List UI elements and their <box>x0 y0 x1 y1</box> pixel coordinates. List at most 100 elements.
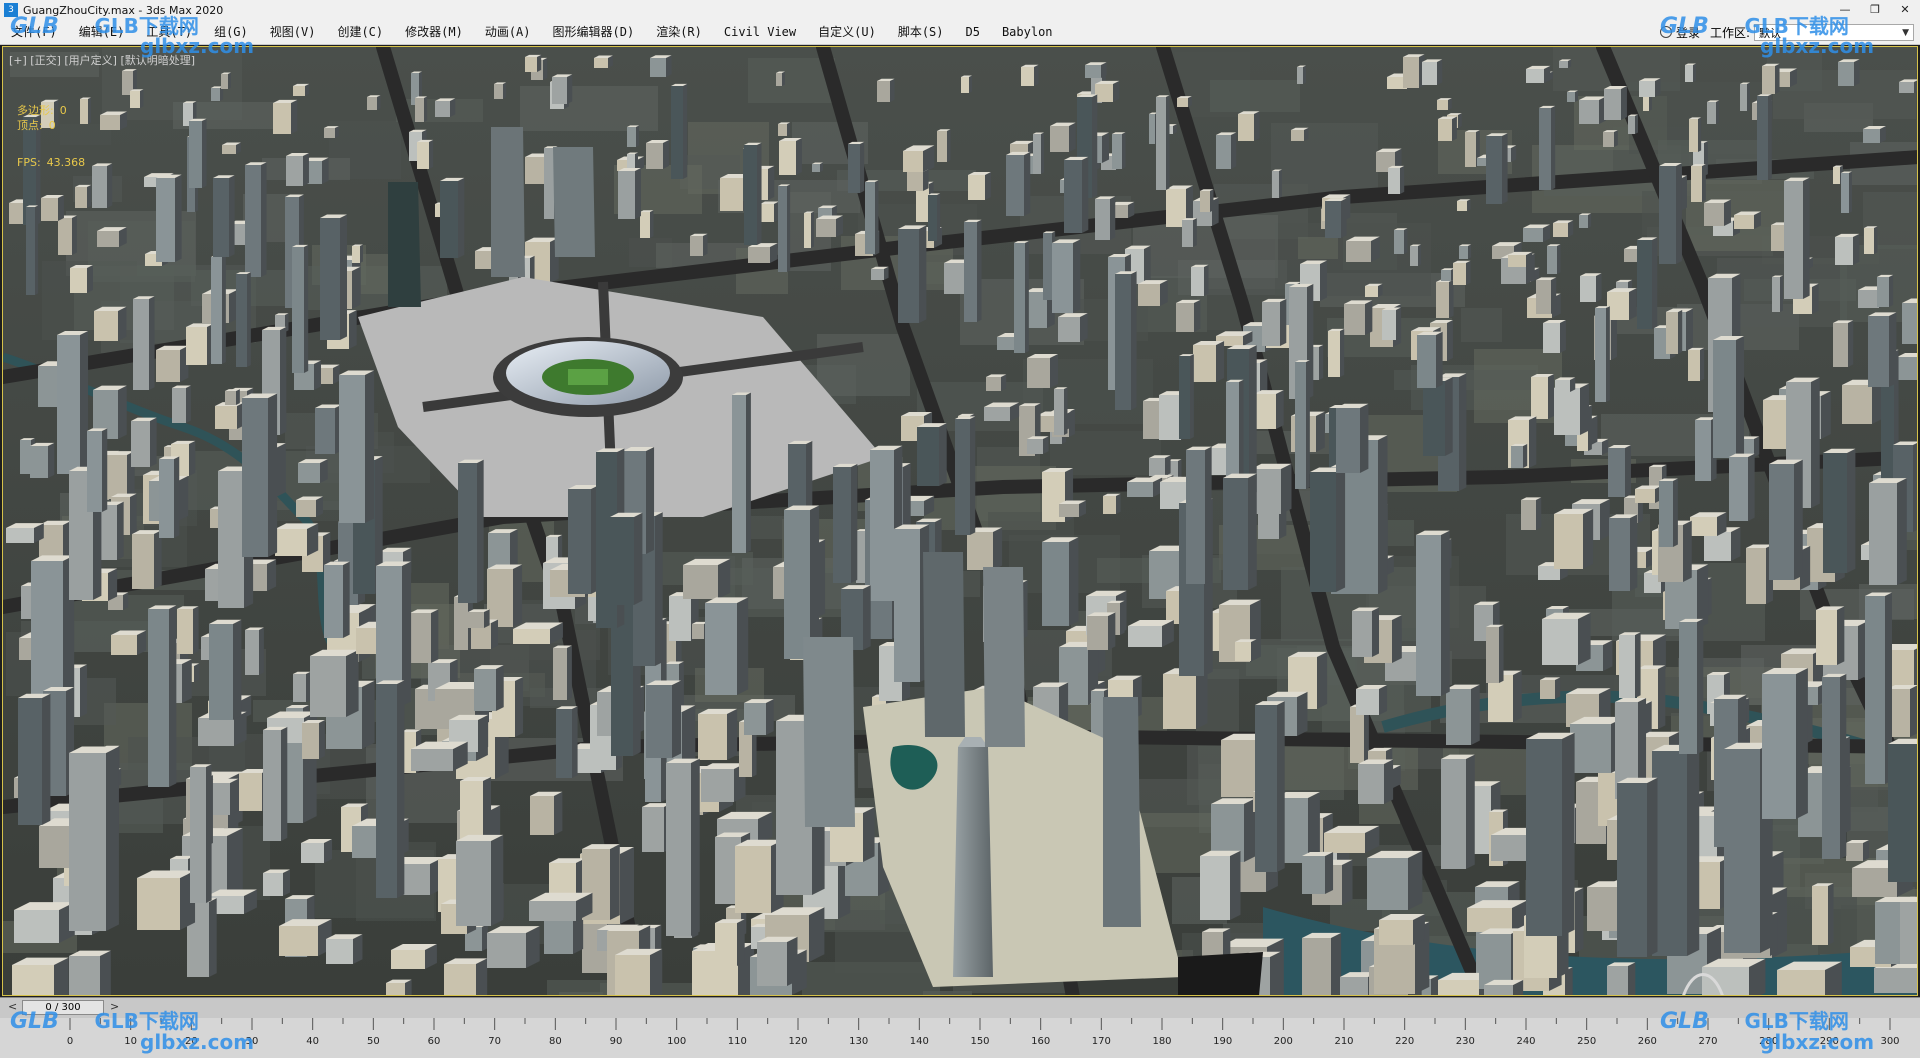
building <box>1486 133 1508 204</box>
building <box>1423 377 1453 456</box>
building <box>474 665 504 711</box>
building <box>1085 62 1107 78</box>
menu-rendering[interactable]: 渲染(R) <box>645 20 713 44</box>
building <box>1652 744 1700 956</box>
building <box>1688 347 1705 381</box>
building <box>1484 979 1524 995</box>
menu-graph-editors[interactable]: 图形编辑器(D) <box>542 20 646 44</box>
building <box>744 142 762 245</box>
close-button[interactable]: ✕ <box>1890 0 1920 20</box>
ground-patch <box>1298 237 1338 259</box>
building <box>70 265 93 293</box>
building <box>263 726 288 841</box>
building <box>1297 65 1306 84</box>
menu-customize[interactable]: 自定义(U) <box>807 20 887 44</box>
building <box>1328 328 1345 377</box>
building <box>487 926 540 968</box>
building <box>937 129 951 162</box>
menu-create[interactable]: 创建(C) <box>326 20 394 44</box>
building <box>610 512 643 605</box>
building <box>715 919 745 966</box>
building <box>75 184 92 208</box>
building <box>1457 199 1471 211</box>
building <box>275 523 319 556</box>
track-tick-label: 190 <box>1213 1036 1233 1047</box>
building <box>1138 280 1168 306</box>
building <box>236 272 251 367</box>
track-bar[interactable]: 0 10 20 30 40 50 60 70 80 90 100 110 120 130 140 150 160… <box>0 1018 1920 1058</box>
building <box>1865 592 1892 784</box>
building <box>26 205 39 295</box>
building <box>690 233 708 256</box>
building <box>1453 260 1471 285</box>
building <box>156 174 182 262</box>
building <box>132 530 162 589</box>
building <box>1344 300 1373 335</box>
building <box>1864 226 1878 254</box>
building <box>1179 354 1194 439</box>
perspective-viewport[interactable]: [+] [正交] [用户定义] [默认明暗处理] 多边形: 0 顶点: 0 FPS:… <box>2 46 1918 996</box>
building <box>865 180 879 254</box>
maximize-button[interactable]: ❐ <box>1860 0 1890 20</box>
building <box>1403 54 1425 88</box>
building <box>376 680 405 898</box>
building <box>411 741 468 771</box>
menu-views[interactable]: 视图(V) <box>259 20 327 44</box>
menu-modifiers[interactable]: 修改器(M) <box>394 20 474 44</box>
building <box>650 55 672 77</box>
building <box>1816 606 1845 665</box>
building <box>744 699 774 735</box>
building <box>69 950 111 995</box>
building <box>1272 169 1282 198</box>
building <box>487 564 523 627</box>
building <box>320 214 347 340</box>
building <box>324 561 350 638</box>
building <box>41 195 64 221</box>
building <box>1112 132 1126 169</box>
time-slider[interactable]: < 0 / 300 > <box>0 997 1920 1018</box>
building <box>1262 298 1287 346</box>
building <box>1238 111 1260 141</box>
building <box>701 763 746 802</box>
building <box>148 605 177 787</box>
building <box>410 609 439 663</box>
track-tick-label: 110 <box>727 1036 747 1047</box>
building <box>1336 403 1369 473</box>
building <box>1689 117 1702 152</box>
menu-d5[interactable]: D5 <box>955 20 991 44</box>
track-tick-label: 130 <box>849 1036 869 1047</box>
building <box>1607 962 1636 995</box>
building <box>100 111 127 130</box>
menu-scripting[interactable]: 脚本(S) <box>887 20 955 44</box>
building <box>760 201 779 222</box>
building <box>1410 244 1421 266</box>
menu-civil-view[interactable]: Civil View <box>713 20 807 44</box>
building <box>877 78 895 102</box>
building <box>1846 840 1869 861</box>
building <box>1508 251 1533 267</box>
title-bar: 3 GuangZhouCity.max - 3ds Max 2020 — ❐ ✕ <box>0 0 1920 21</box>
building <box>1734 211 1761 229</box>
building <box>435 98 456 117</box>
building <box>1579 213 1592 228</box>
building <box>1841 171 1852 213</box>
building <box>1868 312 1897 387</box>
track-tick-label: 220 <box>1395 1036 1415 1047</box>
building <box>211 255 226 364</box>
building <box>1310 467 1346 592</box>
building <box>131 417 157 467</box>
building <box>1900 896 1917 964</box>
building <box>1352 607 1379 657</box>
building <box>816 215 843 237</box>
building <box>848 141 865 193</box>
building <box>1762 63 1780 94</box>
building <box>296 496 323 517</box>
building <box>986 374 1007 391</box>
building <box>1595 306 1610 402</box>
building <box>1251 463 1292 514</box>
menu-babylon[interactable]: Babylon <box>991 20 1064 44</box>
ground-patch <box>1271 123 1378 198</box>
menu-animation[interactable]: 动画(A) <box>474 20 542 44</box>
building <box>748 243 778 263</box>
track-tick-label: 200 <box>1273 1036 1293 1047</box>
